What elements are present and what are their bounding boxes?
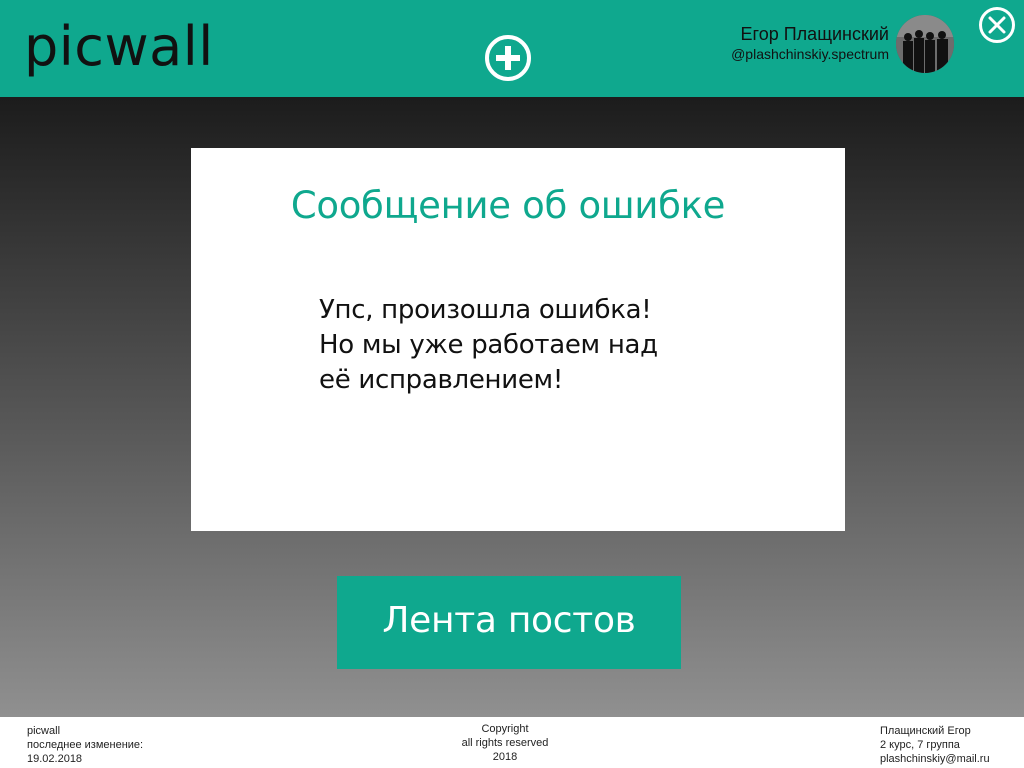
app-logo[interactable]: picwall [24, 14, 214, 80]
user-name[interactable]: Егор Плащинский [741, 24, 889, 45]
footer: picwall последнее изменение: 19.02.2018 … [0, 717, 1024, 768]
footer-author-email[interactable]: plashchinskiy@mail.ru [880, 752, 990, 766]
error-title: Сообщение об ошибке [290, 184, 726, 227]
avatar-photo [896, 15, 954, 73]
footer-copyright-line: all rights reserved [461, 737, 549, 749]
top-header: picwall Егор Плащинский @plashchinskiy.s… [0, 0, 1024, 97]
feed-button-label: Лента постов [382, 600, 636, 641]
error-message-line: Упс, произошла ошибка! [319, 295, 652, 325]
error-message: Упс, произошла ошибка! Но мы уже работае… [319, 293, 658, 398]
feed-button[interactable]: Лента постов [337, 576, 681, 669]
footer-author-info: Плащинский Егор 2 курс, 7 группа plashch… [880, 724, 990, 766]
footer-last-modified-date: 19.02.2018 [27, 753, 83, 765]
footer-last-modified-label: последнее изменение: [27, 739, 144, 751]
footer-site-name: picwall [27, 725, 61, 737]
footer-author-name: Плащинский Егор [880, 725, 971, 737]
footer-site-info: picwall последнее изменение: 19.02.2018 [27, 724, 143, 766]
footer-author-group: 2 курс, 7 группа [880, 739, 960, 751]
add-post-button[interactable] [484, 34, 532, 82]
error-message-line: Но мы уже работаем над [319, 330, 658, 360]
main-area: Сообщение об ошибке Упс, произошла ошибк… [0, 97, 1024, 717]
close-circle-icon [979, 7, 1015, 43]
avatar[interactable] [896, 15, 954, 73]
footer-copyright-year: 2018 [492, 751, 518, 763]
error-card: Сообщение об ошибке Упс, произошла ошибк… [191, 148, 845, 531]
footer-copyright: Copyright all rights reserved 2018 [405, 722, 605, 764]
error-message-line: её исправлением! [319, 365, 563, 395]
user-handle[interactable]: @plashchinskiy.spectrum [731, 46, 889, 62]
close-button[interactable] [978, 6, 1016, 44]
plus-circle-icon [485, 35, 531, 81]
footer-copyright-line: Copyright [481, 723, 529, 735]
